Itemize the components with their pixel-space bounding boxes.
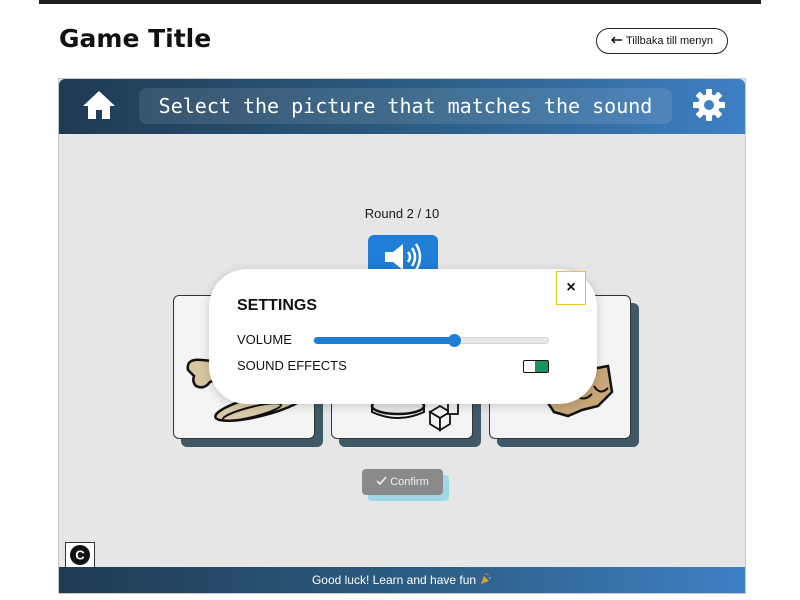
footer-text: Good luck! Learn and have fun	[311, 573, 477, 587]
close-settings-button[interactable]: ×	[556, 271, 586, 305]
page-title: Game Title	[59, 24, 212, 53]
back-to-menu-label: Tillbaka till menyn	[625, 35, 713, 47]
round-counter: Round 2 / 10	[364, 206, 440, 221]
c-badge-button[interactable]: C	[65, 542, 95, 568]
settings-button[interactable]	[689, 87, 729, 127]
sound-effects-toggle-knob	[535, 361, 548, 372]
back-to-menu-button[interactable]: Tillbaka till menyn	[596, 28, 728, 54]
party-popper-icon	[480, 572, 492, 588]
settings-modal: SETTINGS × VOLUME SOUND EFFECTS	[209, 269, 597, 404]
top-border	[39, 0, 761, 4]
confirm-button[interactable]: Confirm	[362, 469, 443, 495]
volume-label: VOLUME	[237, 332, 292, 347]
game-header: Select the picture that matches the soun…	[59, 79, 745, 134]
confirm-label: Confirm	[390, 476, 429, 488]
volume-slider-fill	[314, 337, 455, 344]
check-icon	[376, 476, 387, 488]
instruction-text: Select the picture that matches the soun…	[139, 88, 672, 124]
home-button[interactable]	[79, 87, 119, 127]
arrow-left-icon	[610, 35, 623, 47]
volume-slider-thumb[interactable]	[448, 334, 462, 347]
sound-effects-label: SOUND EFFECTS	[237, 358, 347, 373]
sound-effects-toggle[interactable]	[523, 360, 549, 373]
home-icon	[82, 89, 116, 126]
gear-icon	[692, 88, 726, 127]
svg-text:C: C	[75, 548, 85, 563]
volume-slider[interactable]	[313, 334, 549, 347]
settings-title: SETTINGS	[237, 297, 318, 314]
c-badge-icon: C	[70, 545, 90, 565]
game-footer: Good luck! Learn and have fun	[59, 567, 745, 593]
